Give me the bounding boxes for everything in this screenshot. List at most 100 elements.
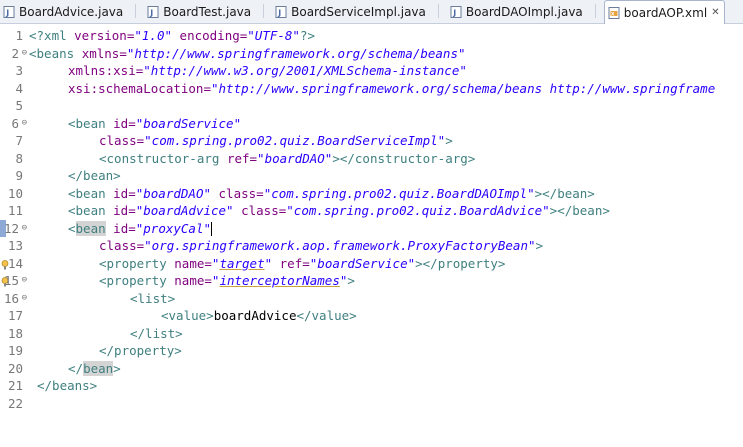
line-number: 22 — [7, 395, 23, 411]
line-gutter: 19 — [0, 342, 28, 360]
line-number: 6 — [11, 115, 19, 131]
svg-text:J: J — [5, 8, 9, 17]
line-gutter: 6 ⊖ — [0, 115, 28, 133]
tab-boardtest-java[interactable]: J BoardTest.java — [144, 0, 255, 23]
line-number: 15 — [3, 273, 19, 288]
code-line: 4 xsi:schemaLocation="http://www.springf… — [0, 80, 743, 98]
attr-name: id= — [113, 185, 136, 201]
line-gutter: 1 — [0, 27, 28, 45]
code-line: 13 class="org.springframework.aop.framew… — [0, 237, 743, 255]
line-gutter: 10 — [0, 185, 28, 203]
editor-tab-bar: J BoardAdvice.java J BoardTest.java J Bo… — [0, 0, 743, 24]
tag-end: ></property> — [415, 255, 506, 271]
svg-text:X: X — [611, 11, 615, 17]
java-file-icon: J — [3, 5, 15, 18]
attr-name: version= — [74, 28, 135, 43]
line-number: 5 — [15, 98, 23, 113]
tag: <beans — [29, 45, 82, 61]
xml-declaration-end: ?> — [299, 28, 316, 43]
line-gutter: 15 ⊖ — [0, 272, 28, 290]
tag: </property> — [99, 343, 182, 358]
tab-boardaop-xml[interactable]: X boardAOP.xml ✕ — [603, 0, 725, 24]
line-number: 3 — [15, 63, 23, 78]
line-number: 19 — [7, 343, 23, 358]
tab-boardserviceimpl-java[interactable]: J BoardServiceImpl.java — [272, 0, 430, 23]
code-line: 7 class="com.spring.pro02.quiz.BoardServ… — [0, 132, 743, 150]
tag-end: ></bean> — [534, 185, 595, 201]
attr-name: id= — [105, 220, 136, 236]
attr-value: "http://www.w3.org/2001/XMLSchema-instan… — [143, 63, 467, 78]
tag: <value> — [161, 308, 214, 323]
attr-value: "boardService" — [135, 115, 242, 131]
tab-boarddaoimpl-java[interactable]: J BoardDAOImpl.java — [447, 0, 587, 23]
line-gutter: 21 — [0, 377, 28, 395]
line-gutter: 18 — [0, 325, 28, 343]
attr-value-underlined: interceptorNames — [219, 273, 340, 288]
code-line: 8 <constructor-arg ref="boardDAO"></cons… — [0, 150, 743, 168]
line-number: 8 — [15, 150, 23, 166]
line-number: 21 — [7, 378, 23, 393]
tag-name-highlighted: bean — [75, 220, 106, 236]
tab-boardadvice-java[interactable]: J BoardAdvice.java — [0, 0, 127, 23]
attr-name: ref= — [226, 150, 258, 166]
fold-icon[interactable]: ⊖ — [22, 220, 27, 238]
attr-value: "boardDAO" — [135, 185, 211, 201]
attr-value: "UTF-8" — [247, 28, 300, 43]
code-line-current: 12 ⊖ <bean id="proxyCal" — [0, 219, 743, 238]
line-number: 17 — [7, 308, 23, 323]
code-line: 21 </beans> — [0, 377, 743, 395]
tag: </bean> — [68, 168, 121, 183]
text-content: boardAdvice — [213, 308, 297, 323]
attr-value: "boardService" — [309, 255, 416, 271]
code-line: 15 ⊖ <property name="interceptorNames"> — [0, 272, 743, 290]
code-line: 5 — [0, 97, 743, 115]
line-gutter: 2 ⊖ — [0, 45, 28, 63]
line-gutter: 12 ⊖ — [0, 219, 28, 238]
fold-icon[interactable]: ⊖ — [22, 290, 27, 308]
svg-text:J: J — [452, 8, 456, 17]
java-file-icon: J — [275, 5, 287, 18]
attr-name: class= — [99, 238, 145, 253]
code-line: 17 <value>boardAdvice</value> — [0, 307, 743, 325]
line-number: 14 — [7, 255, 23, 271]
tag: </list> — [130, 325, 183, 341]
xml-editor[interactable]: 1 <?xml version="1.0" encoding="UTF-8"?>… — [0, 24, 743, 412]
line-number: 18 — [7, 325, 23, 341]
attr-name: id= — [113, 115, 136, 131]
attr-name: xmlns:xsi= — [68, 63, 144, 78]
attr-name: class= — [211, 185, 264, 201]
code-line: 22 — [0, 395, 743, 413]
line-number: 2 — [11, 45, 19, 61]
line-gutter: 22 — [0, 395, 28, 413]
tag: </value> — [296, 308, 357, 323]
attr-value-underlined: target — [219, 255, 265, 271]
attr-value: "http://www.springframework.org/schema/b… — [126, 45, 466, 61]
tag: </beans> — [37, 378, 98, 393]
text-caret — [211, 222, 213, 236]
tag: <property — [99, 273, 175, 288]
line-number: 13 — [7, 238, 23, 253]
tab-separator — [263, 4, 265, 18]
fold-icon[interactable]: ⊖ — [22, 115, 27, 133]
attr-value: "boardDAO" — [257, 150, 333, 166]
line-number: 16 — [3, 290, 19, 306]
attr-value: "org.springframework.aop.framework.Proxy… — [144, 238, 536, 253]
fold-icon[interactable]: ⊖ — [22, 45, 27, 63]
attr-value: "1.0" — [134, 28, 173, 43]
tab-label: BoardAdvice.java — [19, 4, 124, 19]
tag-end: > — [445, 133, 453, 148]
java-file-icon: J — [450, 5, 462, 18]
tag-close-bracket: > — [113, 360, 121, 376]
attr-value-quote: " — [264, 255, 273, 271]
fold-icon[interactable]: ⊖ — [22, 272, 27, 290]
code-line: 2 ⊖ <beans xmlns="http://www.springframew… — [0, 45, 743, 63]
attr-value: "boardAdvice" — [135, 203, 234, 218]
code-line: 1 <?xml version="1.0" encoding="UTF-8"?> — [0, 27, 743, 45]
code-line: 10 <bean id="boardDAO" class="com.spring… — [0, 185, 743, 203]
svg-text:J: J — [277, 8, 281, 17]
code-line: 6 ⊖ <bean id="boardService" — [0, 115, 743, 133]
attr-name: name= — [174, 273, 212, 288]
tag-end: > — [347, 273, 355, 288]
attr-name: class= — [99, 133, 145, 148]
close-icon[interactable]: ✕ — [711, 7, 719, 18]
